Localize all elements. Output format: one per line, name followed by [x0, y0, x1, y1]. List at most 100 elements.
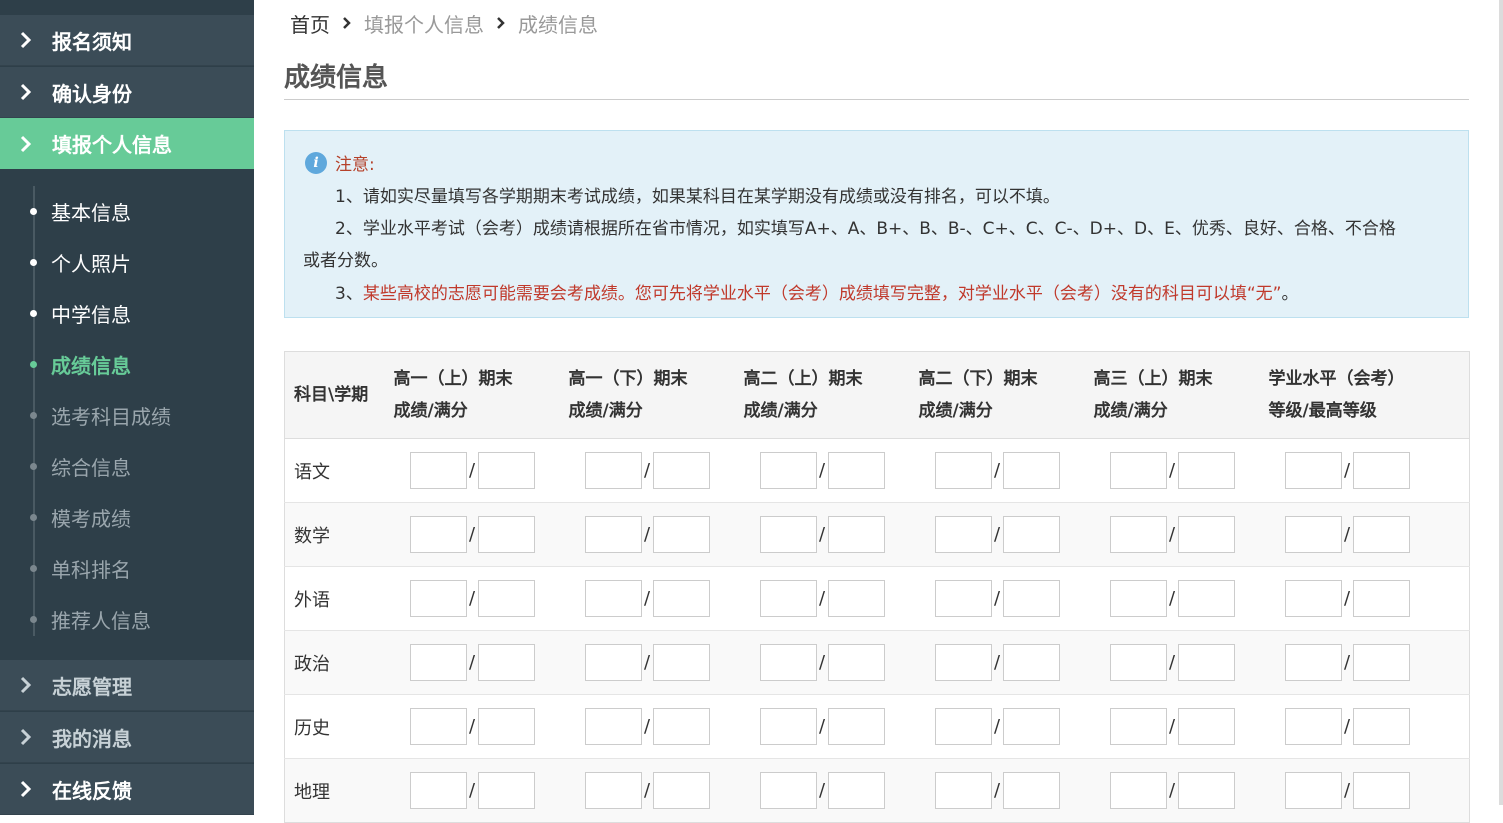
sub-item-subject-ranking[interactable]: 单科排名	[0, 548, 254, 588]
max-score-input[interactable]	[827, 708, 885, 745]
slash-separator: /	[468, 652, 476, 673]
max-score-input[interactable]	[477, 452, 535, 489]
score-input[interactable]	[409, 644, 467, 681]
max-score-input[interactable]	[1177, 772, 1235, 809]
max-score-input[interactable]	[1177, 452, 1235, 489]
score-input[interactable]	[584, 644, 642, 681]
score-input[interactable]	[409, 580, 467, 617]
score-input[interactable]	[759, 644, 817, 681]
nav-item-online-feedback[interactable]: 在线反馈	[0, 764, 254, 815]
max-score-input[interactable]	[1177, 516, 1235, 553]
score-input[interactable]	[1284, 452, 1342, 489]
max-score-input[interactable]	[1352, 708, 1410, 745]
max-score-input[interactable]	[477, 644, 535, 681]
score-input[interactable]	[1284, 772, 1342, 809]
max-score-input[interactable]	[652, 772, 710, 809]
max-score-input[interactable]	[827, 644, 885, 681]
score-input[interactable]	[584, 708, 642, 745]
score-input[interactable]	[759, 772, 817, 809]
sub-item-basic-info[interactable]: 基本信息	[0, 191, 254, 231]
sub-item-personal-photo[interactable]: 个人照片	[0, 242, 254, 282]
score-input[interactable]	[934, 772, 992, 809]
score-input[interactable]	[584, 516, 642, 553]
score-input[interactable]	[1284, 580, 1342, 617]
max-score-input[interactable]	[827, 772, 885, 809]
score-input[interactable]	[409, 708, 467, 745]
sub-item-mock-exam[interactable]: 模考成绩	[0, 497, 254, 537]
score-input[interactable]	[934, 708, 992, 745]
score-input[interactable]	[584, 772, 642, 809]
max-score-input[interactable]	[652, 516, 710, 553]
score-input[interactable]	[1109, 580, 1167, 617]
nav-item-confirm-identity[interactable]: 确认身份	[0, 67, 254, 118]
page-title: 成绩信息	[284, 63, 389, 93]
slash-separator: /	[1168, 588, 1176, 609]
max-score-input[interactable]	[1002, 772, 1060, 809]
sub-item-comprehensive-info[interactable]: 综合信息	[0, 446, 254, 486]
max-score-input[interactable]	[1352, 772, 1410, 809]
score-input[interactable]	[1284, 644, 1342, 681]
max-score-input[interactable]	[1177, 644, 1235, 681]
max-score-input[interactable]	[1352, 580, 1410, 617]
score-input[interactable]	[1109, 708, 1167, 745]
sub-item-referrer-info[interactable]: 推荐人信息	[0, 599, 254, 639]
grade-cell: /	[1259, 566, 1470, 631]
breadcrumb-home[interactable]: 首页	[290, 9, 330, 38]
max-score-input[interactable]	[1352, 644, 1410, 681]
score-input[interactable]	[409, 772, 467, 809]
scrollbar[interactable]	[1499, 0, 1503, 805]
max-score-input[interactable]	[1002, 452, 1060, 489]
max-score-input[interactable]	[1002, 708, 1060, 745]
score-input[interactable]	[1109, 644, 1167, 681]
score-input[interactable]	[759, 708, 817, 745]
max-score-input[interactable]	[1177, 708, 1235, 745]
max-score-input[interactable]	[477, 772, 535, 809]
sub-item-grades[interactable]: 成绩信息	[0, 344, 254, 384]
score-input[interactable]	[759, 580, 817, 617]
sub-item-school-info[interactable]: 中学信息	[0, 293, 254, 333]
max-score-input[interactable]	[652, 644, 710, 681]
score-input[interactable]	[934, 452, 992, 489]
nav-item-label: 我的消息	[52, 726, 132, 751]
score-input[interactable]	[759, 516, 817, 553]
score-input[interactable]	[584, 452, 642, 489]
max-score-input[interactable]	[477, 708, 535, 745]
max-score-input[interactable]	[477, 516, 535, 553]
score-input[interactable]	[759, 452, 817, 489]
score-input[interactable]	[1284, 516, 1342, 553]
max-score-input[interactable]	[1002, 516, 1060, 553]
main-content: 首页 填报个人信息 成绩信息 成绩信息 i 注意: 1、请如实尽量填写各学期期末…	[284, 0, 1470, 823]
max-score-input[interactable]	[1352, 452, 1410, 489]
nav-item-my-messages[interactable]: 我的消息	[0, 712, 254, 763]
score-input[interactable]	[934, 644, 992, 681]
max-score-input[interactable]	[1002, 580, 1060, 617]
nav-item-personal-info[interactable]: 填报个人信息	[0, 118, 254, 169]
score-input[interactable]	[1109, 772, 1167, 809]
max-score-input[interactable]	[652, 708, 710, 745]
score-input[interactable]	[934, 580, 992, 617]
score-input[interactable]	[1109, 516, 1167, 553]
breadcrumb-personal-info[interactable]: 填报个人信息	[364, 9, 484, 38]
max-score-input[interactable]	[1352, 516, 1410, 553]
grade-cell: /	[1084, 438, 1260, 503]
max-score-input[interactable]	[1002, 644, 1060, 681]
max-score-input[interactable]	[477, 580, 535, 617]
max-score-input[interactable]	[652, 452, 710, 489]
nav-item-application-management[interactable]: 志愿管理	[0, 660, 254, 711]
nav-item-registration-notice[interactable]: 报名须知	[0, 15, 254, 66]
max-score-input[interactable]	[827, 580, 885, 617]
sub-item-elective-grades[interactable]: 选考科目成绩	[0, 395, 254, 435]
score-input-pair: /	[1261, 772, 1469, 809]
max-score-input[interactable]	[827, 452, 885, 489]
score-input[interactable]	[1109, 452, 1167, 489]
score-input-pair: /	[911, 644, 1084, 681]
score-input[interactable]	[409, 452, 467, 489]
max-score-input[interactable]	[652, 580, 710, 617]
score-input[interactable]	[409, 516, 467, 553]
slash-separator: /	[818, 780, 826, 801]
max-score-input[interactable]	[1177, 580, 1235, 617]
score-input[interactable]	[584, 580, 642, 617]
score-input[interactable]	[934, 516, 992, 553]
max-score-input[interactable]	[827, 516, 885, 553]
score-input[interactable]	[1284, 708, 1342, 745]
